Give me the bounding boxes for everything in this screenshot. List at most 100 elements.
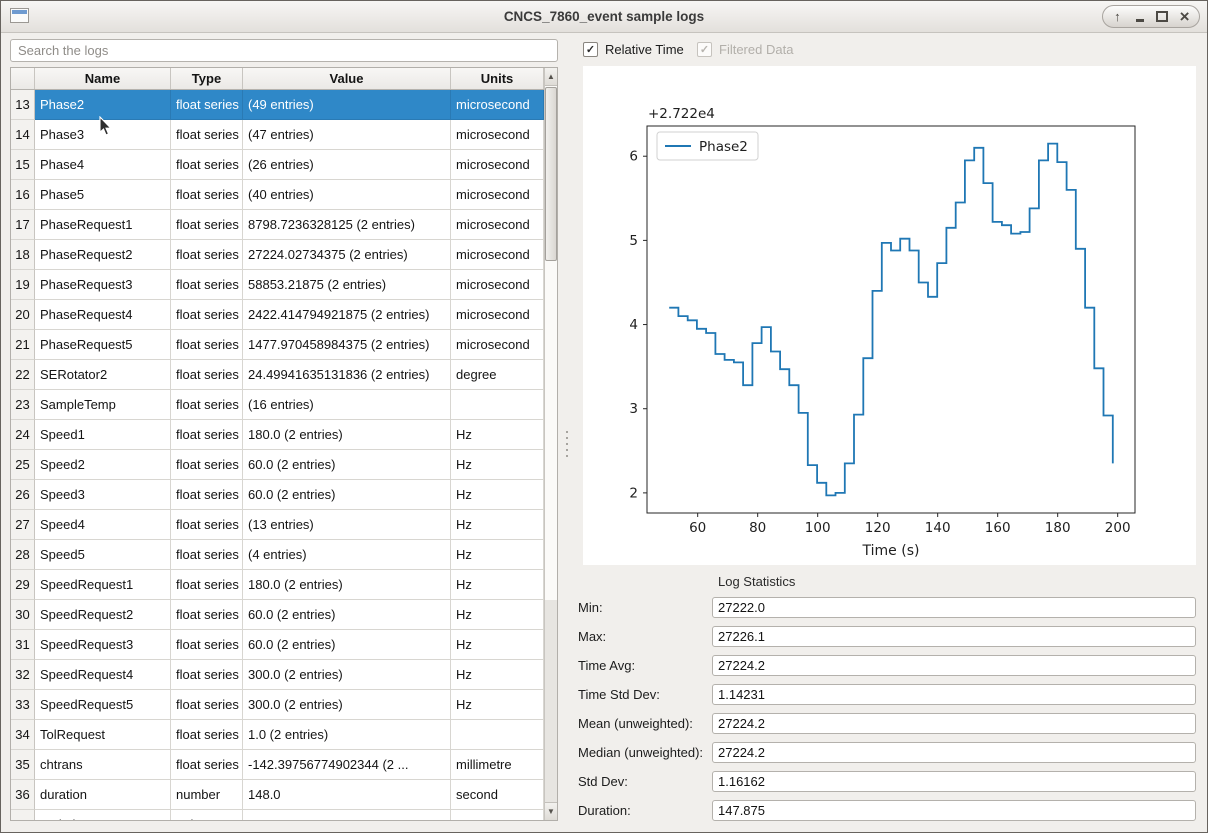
stat-label: Duration: — [578, 800, 631, 821]
table-row[interactable]: 13Phase2float series(49 entries)microsec… — [11, 90, 544, 120]
stat-label: Median (unweighted): — [578, 742, 703, 763]
cell-name: PhaseRequest4 — [35, 300, 171, 330]
table-row[interactable]: 37end_timestring2018-02-25T16:11:05 — [11, 810, 544, 821]
cell-units — [451, 720, 544, 750]
column-header-name[interactable]: Name — [35, 68, 171, 89]
stat-value-time-std-dev[interactable] — [712, 684, 1196, 705]
table-row[interactable]: 35chtransfloat series-142.39756774902344… — [11, 750, 544, 780]
cell-type: float series — [171, 630, 243, 660]
cell-units: Hz — [451, 480, 544, 510]
table-row[interactable]: 27Speed4float series(13 entries)Hz — [11, 510, 544, 540]
scrollbar-track-lower[interactable] — [545, 600, 557, 803]
table-row[interactable]: 34TolRequestfloat series1.0 (2 entries) — [11, 720, 544, 750]
column-header-value[interactable]: Value — [243, 68, 451, 89]
x-tick-label: 100 — [805, 520, 831, 536]
cell-value: 60.0 (2 entries) — [243, 630, 451, 660]
table-row[interactable]: 36durationnumber148.0second — [11, 780, 544, 810]
cell-value: 2422.414794921875 (2 entries) — [243, 300, 451, 330]
table-row[interactable]: 33SpeedRequest5float series300.0 (2 entr… — [11, 690, 544, 720]
shade-button[interactable]: ↑ — [1109, 8, 1125, 25]
cell-rownum: 25 — [11, 450, 35, 480]
cell-rownum: 36 — [11, 780, 35, 810]
stat-value-std-dev[interactable] — [712, 771, 1196, 792]
table-row[interactable]: 32SpeedRequest4float series300.0 (2 entr… — [11, 660, 544, 690]
relative-time-checkbox[interactable]: ✓Relative Time — [583, 42, 684, 57]
table-row[interactable]: 25Speed2float series60.0 (2 entries)Hz — [11, 450, 544, 480]
stat-label: Max: — [578, 626, 606, 647]
cell-type: float series — [171, 720, 243, 750]
table-row[interactable]: 16Phase5float series(40 entries)microsec… — [11, 180, 544, 210]
table-row[interactable]: 20PhaseRequest4float series2422.41479492… — [11, 300, 544, 330]
table-row[interactable]: 28Speed5float series(4 entries)Hz — [11, 540, 544, 570]
checkbox-check-icon: ✓ — [697, 42, 712, 57]
cell-units: Hz — [451, 510, 544, 540]
scrollbar-down-button[interactable]: ▼ — [545, 802, 557, 820]
stat-label: Mean (unweighted): — [578, 713, 693, 734]
cell-value: 24.49941635131836 (2 entries) — [243, 360, 451, 390]
cell-rownum: 35 — [11, 750, 35, 780]
scrollbar-thumb[interactable] — [545, 87, 557, 261]
table-row[interactable]: 29SpeedRequest1float series180.0 (2 entr… — [11, 570, 544, 600]
checkbox-check-icon: ✓ — [583, 42, 598, 57]
stat-value-median-unweighted[interactable] — [712, 742, 1196, 763]
cell-units: microsecond — [451, 240, 544, 270]
column-header-rownum — [11, 68, 35, 89]
table-row[interactable]: 15Phase4float series(26 entries)microsec… — [11, 150, 544, 180]
x-tick-label: 180 — [1045, 520, 1071, 536]
table-row[interactable]: 23SampleTempfloat series(16 entries) — [11, 390, 544, 420]
column-header-type[interactable]: Type — [171, 68, 243, 89]
table-row[interactable]: 18PhaseRequest2float series27224.0273437… — [11, 240, 544, 270]
close-button[interactable]: × — [1177, 8, 1193, 25]
stat-value-mean-unweighted[interactable] — [712, 713, 1196, 734]
y-tick-label: 3 — [629, 401, 638, 417]
x-axis-label: Time (s) — [862, 543, 920, 559]
cell-value: 27224.02734375 (2 entries) — [243, 240, 451, 270]
table-row[interactable]: 19PhaseRequest3float series58853.21875 (… — [11, 270, 544, 300]
cell-type: float series — [171, 660, 243, 690]
cell-type: float series — [171, 270, 243, 300]
cell-value: 148.0 — [243, 780, 451, 810]
cell-units: Hz — [451, 540, 544, 570]
stats-title: Log Statistics — [718, 574, 795, 589]
titlebar[interactable]: CNCS_7860_event sample logs ↑ × — [1, 1, 1207, 33]
checkbox-label: Filtered Data — [719, 42, 793, 57]
x-tick-label: 60 — [689, 520, 706, 536]
table-row[interactable]: 14Phase3float series(47 entries)microsec… — [11, 120, 544, 150]
stat-value-duration[interactable] — [712, 800, 1196, 821]
table-row[interactable]: 24Speed1float series180.0 (2 entries)Hz — [11, 420, 544, 450]
cell-rownum: 14 — [11, 120, 35, 150]
stat-value-max[interactable] — [712, 626, 1196, 647]
stat-label: Std Dev: — [578, 771, 628, 792]
maximize-button[interactable] — [1154, 8, 1170, 25]
cell-value: 300.0 (2 entries) — [243, 660, 451, 690]
cell-rownum: 26 — [11, 480, 35, 510]
column-header-units[interactable]: Units — [451, 68, 544, 89]
cell-rownum: 13 — [11, 90, 35, 120]
table-row[interactable]: 26Speed3float series60.0 (2 entries)Hz — [11, 480, 544, 510]
minimize-icon — [1136, 19, 1144, 22]
stat-label: Time Avg: — [578, 655, 635, 676]
stat-value-min[interactable] — [712, 597, 1196, 618]
cell-rownum: 21 — [11, 330, 35, 360]
cell-rownum: 34 — [11, 720, 35, 750]
cell-name: Phase3 — [35, 120, 171, 150]
cell-units: degree — [451, 360, 544, 390]
table-row[interactable]: 30SpeedRequest2float series60.0 (2 entri… — [11, 600, 544, 630]
table-row[interactable]: 31SpeedRequest3float series60.0 (2 entri… — [11, 630, 544, 660]
cell-rownum: 33 — [11, 690, 35, 720]
cell-value: 180.0 (2 entries) — [243, 420, 451, 450]
cell-name: TolRequest — [35, 720, 171, 750]
cell-rownum: 20 — [11, 300, 35, 330]
table-row[interactable]: 22SERotator2float series24.4994163513183… — [11, 360, 544, 390]
minimize-button[interactable] — [1132, 8, 1148, 25]
table-row[interactable]: 21PhaseRequest5float series1477.97045898… — [11, 330, 544, 360]
cell-name: PhaseRequest2 — [35, 240, 171, 270]
stat-value-time-avg[interactable] — [712, 655, 1196, 676]
table-scrollbar[interactable]: ▲ ▼ — [544, 68, 557, 820]
scrollbar-up-button[interactable]: ▲ — [545, 68, 557, 86]
search-input[interactable] — [10, 39, 558, 62]
table-row[interactable]: 17PhaseRequest1float series8798.72363281… — [11, 210, 544, 240]
cell-name: SpeedRequest4 — [35, 660, 171, 690]
cell-name: Speed5 — [35, 540, 171, 570]
pane-splitter[interactable] — [562, 66, 572, 821]
